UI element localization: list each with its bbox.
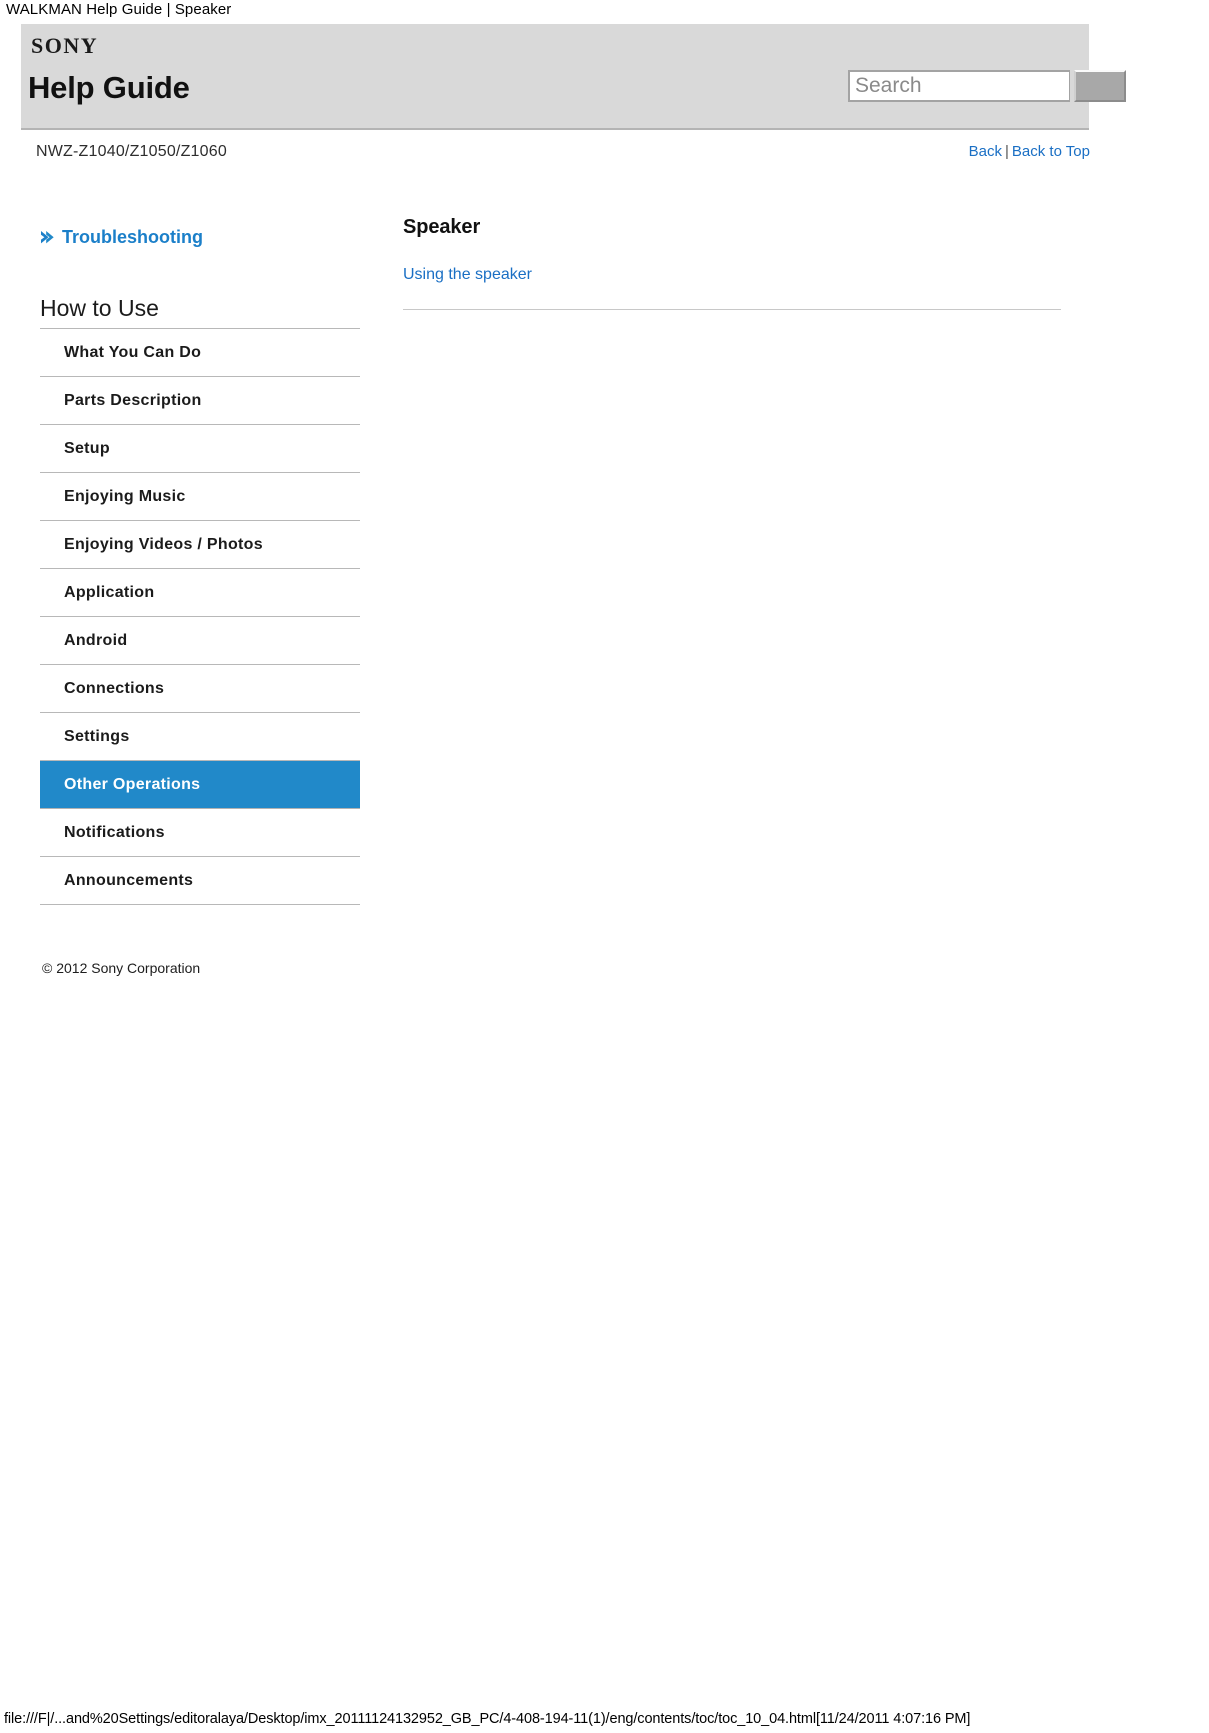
back-to-top-link[interactable]: Back to Top (1012, 143, 1090, 160)
content-heading: Speaker (403, 216, 481, 238)
sidebar-item-troubleshooting-label: Troubleshooting (62, 227, 203, 247)
sidebar-item-enjoying-music[interactable]: Enjoying Music (40, 473, 360, 521)
sidebar-list-item: Connections (40, 665, 360, 713)
sidebar-item-what-you-can-do[interactable]: What You Can Do (40, 329, 360, 377)
sidebar-item-connections[interactable]: Connections (40, 665, 360, 713)
page-title: Help Guide (28, 70, 190, 105)
sony-logo: SONY (31, 33, 99, 58)
sidebar-list-item: Application (40, 569, 360, 617)
sidebar-item-notifications[interactable]: Notifications (40, 809, 360, 857)
content-divider (403, 309, 1061, 310)
sidebar-list-item: Other Operations (40, 761, 360, 809)
sidebar-list-item: Setup (40, 425, 360, 473)
chevron-right-icon (40, 230, 55, 245)
content-link-list: Using the speaker (403, 265, 1061, 285)
search-area (848, 70, 1126, 102)
sidebar-list-item: Enjoying Music (40, 473, 360, 521)
top-navigation: Back | Back to Top (969, 142, 1090, 162)
sidebar-nav-list: What You Can Do Parts Description Setup Enj… (40, 329, 360, 905)
sidebar-item-parts-description[interactable]: Parts Description (40, 377, 360, 425)
sidebar-item-announcements[interactable]: Announcements (40, 857, 360, 905)
back-link[interactable]: Back (969, 143, 1002, 160)
sidebar-list-item: Settings (40, 713, 360, 761)
content-link[interactable]: Using the speaker (403, 265, 532, 285)
copyright-text: © 2012 Sony Corporation (42, 960, 201, 976)
sidebar-item-other-operations[interactable]: Other Operations (40, 761, 360, 809)
sidebar: Troubleshooting How to Use What You Can … (40, 200, 360, 977)
sidebar-list-item: Enjoying Videos / Photos (40, 521, 360, 569)
browser-url-footer: file:///F|/...and%20Settings/editoralaya… (4, 1711, 971, 1727)
sidebar-list-item: Parts Description (40, 377, 360, 425)
sidebar-item-troubleshooting[interactable]: Troubleshooting (40, 226, 203, 248)
main-content: Speaker Using the speaker (403, 200, 1061, 310)
sidebar-list-item: Announcements (40, 857, 360, 905)
nav-separator: | (1004, 143, 1009, 160)
sidebar-list-item: What You Can Do (40, 329, 360, 377)
sidebar-item-enjoying-videos-photos[interactable]: Enjoying Videos / Photos (40, 521, 360, 569)
sidebar-item-settings[interactable]: Settings (40, 713, 360, 761)
print-page-title: WALKMAN Help Guide | Speaker (6, 1, 232, 18)
sidebar-item-application[interactable]: Application (40, 569, 360, 617)
search-submit-button[interactable] (1074, 70, 1126, 102)
sidebar-list-item: Android (40, 617, 360, 665)
sidebar-section-heading: How to Use (40, 294, 360, 329)
model-number: NWZ-Z1040/Z1050/Z1060 (36, 143, 227, 160)
sidebar-item-setup[interactable]: Setup (40, 425, 360, 473)
search-input[interactable] (848, 70, 1070, 102)
sidebar-list-item: Notifications (40, 809, 360, 857)
sidebar-item-android[interactable]: Android (40, 617, 360, 665)
